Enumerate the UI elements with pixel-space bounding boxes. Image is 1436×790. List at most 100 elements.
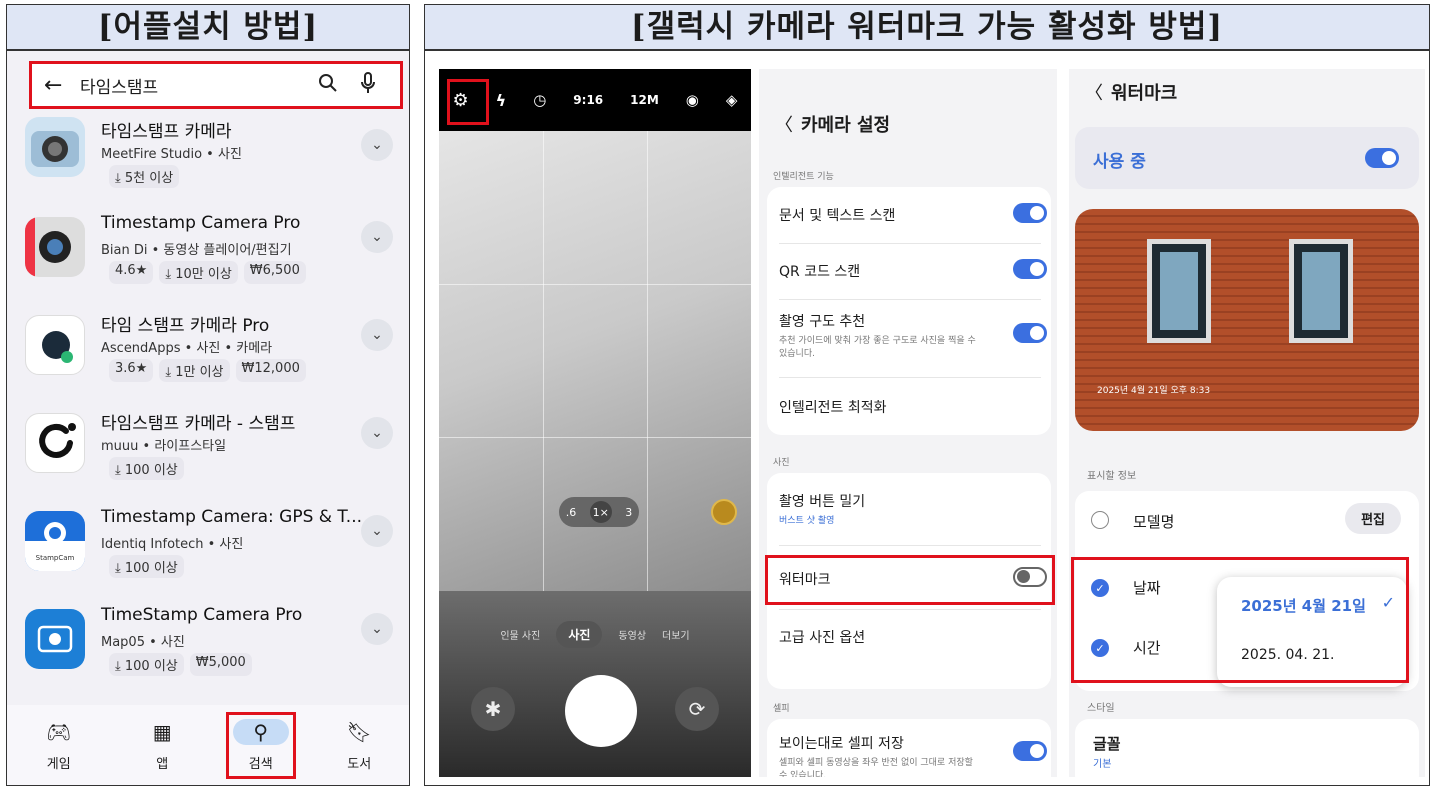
toggle-selfie[interactable] — [1013, 741, 1047, 761]
chevron-down-icon[interactable]: ⌄ — [361, 319, 393, 351]
app-icon-camera — [25, 117, 85, 177]
chevron-down-icon[interactable]: ⌄ — [361, 417, 393, 449]
list-item[interactable]: 타임스탬프 카메라 - 스탬프 muuu • 라이프스타일 ⤓ 100 이상 ⌄ — [25, 405, 405, 503]
app-name: 타임스탬프 카메라 - 스탬프 — [101, 414, 296, 434]
resolution-button[interactable]: 12M — [630, 93, 659, 107]
back-arrow-icon[interactable]: ← — [44, 73, 68, 98]
page-title[interactable]: 〈 카메라 설정 — [775, 111, 890, 137]
mic-icon[interactable] — [348, 71, 388, 99]
zoom-option[interactable]: 3 — [625, 506, 632, 519]
stampcam-label: StampCam — [25, 551, 85, 571]
back-chevron-icon[interactable]: 〈 — [775, 115, 793, 136]
app-name: 타임 스탬프 카메라 Pro — [101, 316, 270, 336]
app-name: 타임스탬프 카메라 — [101, 122, 232, 142]
page-title[interactable]: 〈 워터마크 — [1085, 79, 1177, 105]
mode-selector: 인물 사진 사진 동영상 더보기 — [439, 621, 751, 648]
app-icon-camera — [25, 217, 85, 277]
mode-portrait[interactable]: 인물 사진 — [500, 627, 540, 642]
nav-books[interactable]: 🔖︎ 도서 — [319, 719, 399, 772]
toggle-composition[interactable] — [1013, 323, 1047, 343]
watermark-toggle-icon[interactable] — [711, 499, 737, 525]
setting-composition[interactable]: 촬영 구도 추천 추천 가이드에 맞춰 가장 좋은 구도로 사진을 찍을 수 있습… — [779, 311, 1041, 361]
list-item[interactable]: 타임스탬프 카메라 MeetFire Studio • 사진 ⤓ 5천 이상 ⌄ — [25, 117, 405, 215]
download-badge: ⤓ 100 이상 — [109, 457, 184, 480]
edit-button[interactable]: 편집 — [1345, 503, 1401, 534]
list-item[interactable]: StampCam Timestamp Camera: GPS & T... Id… — [25, 503, 405, 601]
nav-label: 게임 — [46, 756, 71, 772]
nav-search[interactable]: ⚲ 검색 — [225, 711, 296, 779]
chevron-down-icon[interactable]: ⌄ — [361, 221, 393, 253]
toggle-in-use[interactable] — [1365, 148, 1399, 168]
toggle-doc-scan[interactable] — [1013, 203, 1047, 223]
ratio-button[interactable]: 9:16 — [573, 93, 603, 107]
setting-qr-scan[interactable]: QR 코드 스캔 — [779, 261, 1041, 281]
selfie-card: 보이는대로 셀피 저장 셀피와 셀피 동영상을 좌우 반전 없이 그대로 저장할 … — [767, 719, 1051, 777]
mode-more[interactable]: 더보기 — [662, 627, 690, 642]
play-store-panel: ← 타임스탬프 타임스탬프 카메라 MeetFire Studio • 사진 ⤓… — [6, 50, 410, 786]
preview-timestamp: 2025년 4월 21일 오후 8:33 — [1097, 386, 1211, 396]
switch-camera-icon[interactable]: ⟳ — [675, 687, 719, 731]
list-item[interactable]: 타임 스탬프 카메라 Pro AscendApps • 사진 • 카메라 3.6… — [25, 307, 405, 405]
app-icon-stampcam: StampCam — [25, 511, 85, 571]
mode-photo[interactable]: 사진 — [556, 621, 603, 648]
search-icon: ⚲ — [232, 718, 289, 745]
search-icon[interactable] — [308, 73, 348, 98]
setting-advanced[interactable]: 고급 사진 옵션 — [779, 627, 1041, 647]
flash-icon[interactable]: ϟ — [496, 91, 507, 110]
model-checkbox[interactable] — [1091, 511, 1109, 529]
download-badge: ⤓ 100 이상 — [109, 653, 184, 676]
apps-grid-icon: ▦ — [152, 719, 172, 744]
search-input[interactable]: 타임스탬프 — [80, 73, 308, 98]
chevron-down-icon[interactable]: ⌄ — [361, 515, 393, 547]
zoom-option[interactable]: 1× — [589, 501, 612, 523]
nav-apps[interactable]: ▦ 앱 — [122, 719, 202, 772]
nav-label: 도서 — [347, 756, 372, 772]
mode-video[interactable]: 동영상 — [618, 627, 646, 642]
intelligent-card: 문서 및 텍스트 스캔 QR 코드 스캔 촬영 구도 추천 추천 가이드에 맞춰 … — [767, 187, 1051, 435]
model-label: 모델명 — [1133, 513, 1175, 531]
app-developer: MeetFire Studio • 사진 — [101, 147, 242, 162]
effects-icon[interactable]: ✱ — [471, 687, 515, 731]
setting-optimize[interactable]: 인텔리전트 최적화 — [779, 397, 1041, 417]
list-item[interactable]: Timestamp Camera Pro Bian Di • 동영상 플레이어/… — [25, 209, 405, 307]
app-name: Timestamp Camera Pro — [101, 213, 301, 233]
app-icon-stamp — [25, 413, 85, 473]
font-label: 글꼴 — [1093, 735, 1121, 753]
camera-settings-screen: 〈 카메라 설정 인텔리전트 기능 문서 및 텍스트 스캔 QR 코드 스캔 촬영… — [759, 69, 1057, 777]
app-developer: muuu • 라이프스타일 — [101, 439, 227, 454]
watermark-screen: 〈 워터마크 사용 중 2025년 4월 21일 오후 8:33 표시할 정보 모… — [1069, 69, 1425, 777]
in-use-label: 사용 중 — [1093, 152, 1146, 172]
setting-selfie[interactable]: 보이는대로 셀피 저장 셀피와 셀피 동영상을 좌우 반전 없이 그대로 저장할 … — [779, 733, 1041, 777]
right-header: [갤럭시 카메라 워터마크 가능 활성화 방법] — [424, 4, 1430, 50]
app-icon-camera — [25, 315, 85, 375]
watermark-preview-photo: 2025년 4월 21일 오후 8:33 — [1075, 209, 1419, 431]
zoom-option[interactable]: .6 — [566, 506, 577, 519]
price-badge: ₩5,000 — [189, 653, 252, 676]
section-label: 인텔리전트 기능 — [773, 172, 834, 182]
in-use-card[interactable]: 사용 중 — [1075, 127, 1419, 189]
zoom-selector[interactable]: .6 1× 3 — [559, 497, 639, 527]
motion-icon[interactable]: ◉ — [686, 91, 699, 109]
list-item[interactable]: TimeStamp Camera Pro Map05 • 사진 ⤓ 100 이상… — [25, 601, 405, 699]
date-time-highlight — [1071, 557, 1409, 683]
font-value: 기본 — [1093, 759, 1112, 770]
app-developer: Identiq Infotech • 사진 — [101, 537, 244, 552]
app-icon-pro — [25, 609, 85, 669]
style-card[interactable]: 글꼴 기본 — [1075, 719, 1419, 777]
filter-icon[interactable]: ◈ — [726, 91, 738, 109]
search-bar[interactable]: ← 타임스탬프 — [29, 61, 403, 109]
watermark-highlight — [765, 555, 1055, 605]
setting-swipe[interactable]: 촬영 버튼 밀기 버스트 샷 촬영 — [779, 491, 1041, 528]
shutter-button[interactable] — [565, 675, 637, 747]
chevron-down-icon[interactable]: ⌄ — [361, 129, 393, 161]
app-developer: AscendApps • 사진 • 카메라 — [101, 341, 273, 356]
app-name: Timestamp Camera: GPS & T... — [101, 507, 363, 527]
toggle-qr-scan[interactable] — [1013, 259, 1047, 279]
nav-label: 검색 — [248, 756, 273, 772]
nav-games[interactable]: 🎮︎ 게임 — [19, 719, 99, 772]
price-badge: ₩12,000 — [235, 359, 306, 382]
back-chevron-icon[interactable]: 〈 — [1085, 83, 1103, 104]
setting-doc-scan[interactable]: 문서 및 텍스트 스캔 — [779, 205, 1041, 225]
timer-icon[interactable]: ◷ — [533, 91, 546, 109]
chevron-down-icon[interactable]: ⌄ — [361, 613, 393, 645]
